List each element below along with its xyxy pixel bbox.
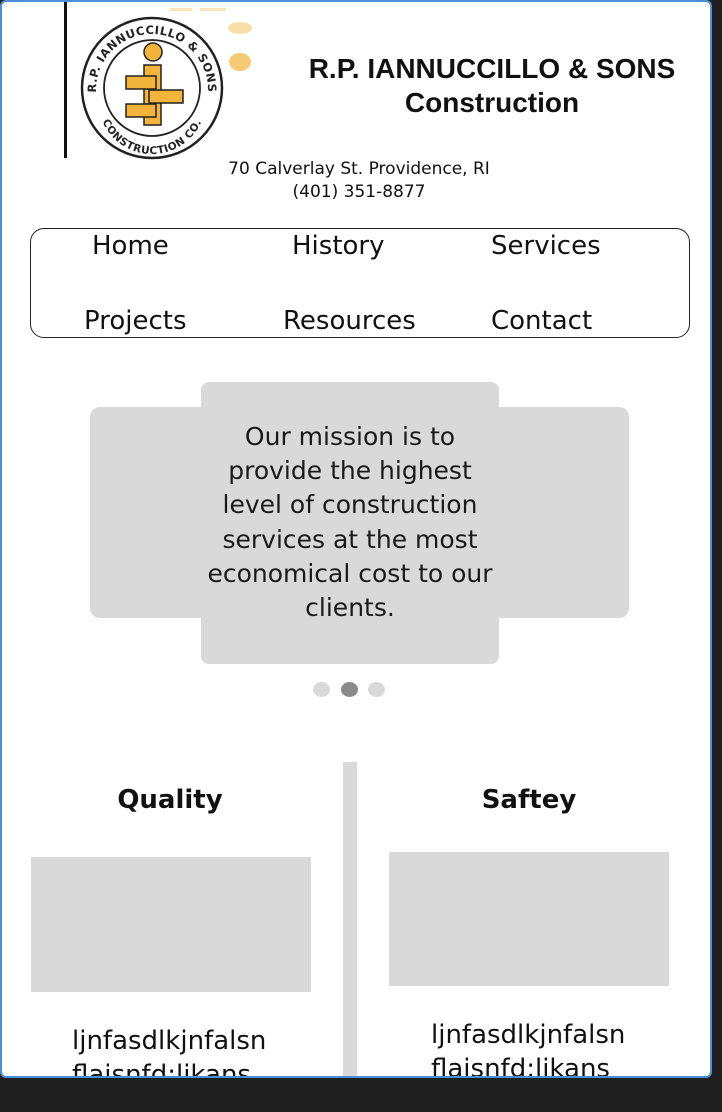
address-text: 70 Calverlay St. Providence, RI	[228, 159, 490, 179]
safety-heading: Saftey	[481, 785, 577, 815]
company-logo: R.P. IANNUCCILLO & SONS CONSTRUCTION CO.	[64, 2, 254, 160]
nav-item-projects[interactable]: Projects	[84, 306, 187, 336]
nav-item-home[interactable]: Home	[92, 231, 169, 261]
nav-item-history[interactable]: History	[292, 231, 385, 261]
phone-text: (401) 351-8877	[292, 182, 426, 202]
carousel-dot-2[interactable]	[341, 682, 358, 697]
carousel-dot-1[interactable]	[313, 682, 330, 697]
nav-item-services[interactable]: Services	[491, 231, 601, 261]
company-name: R.P. IANNUCCILLO & SONS	[308, 53, 676, 84]
mission-statement: Our mission is to provide the highest le…	[207, 422, 493, 623]
quality-image-placeholder	[31, 857, 311, 992]
quality-text: ljnfasdlkjnfalsn flaisnfd;likans	[72, 1026, 267, 1078]
phone-frame: R.P. IANNUCCILLO & SONS CONSTRUCTION CO.…	[0, 0, 712, 1078]
quality-heading: Quality	[117, 785, 223, 815]
logo-divider-bar	[64, 2, 67, 158]
company-title: R.P. IANNUCCILLO & SONS Construction	[302, 52, 682, 120]
safety-text: ljnfasdlkjnfalsn flaisnfd;likans	[431, 1020, 626, 1078]
contact-info: 70 Calverlay St. Providence, RI (401) 35…	[202, 158, 516, 204]
company-subtitle: Construction	[404, 87, 580, 118]
safety-image-placeholder	[389, 852, 669, 986]
nav-item-resources[interactable]: Resources	[283, 306, 416, 336]
nav-item-contact[interactable]: Contact	[491, 306, 592, 336]
carousel-dot-3[interactable]	[368, 682, 385, 697]
main-navigation: Home History Services Projects Resources…	[30, 228, 690, 338]
logo-seal-icon: R.P. IANNUCCILLO & SONS CONSTRUCTION CO.	[80, 8, 252, 160]
